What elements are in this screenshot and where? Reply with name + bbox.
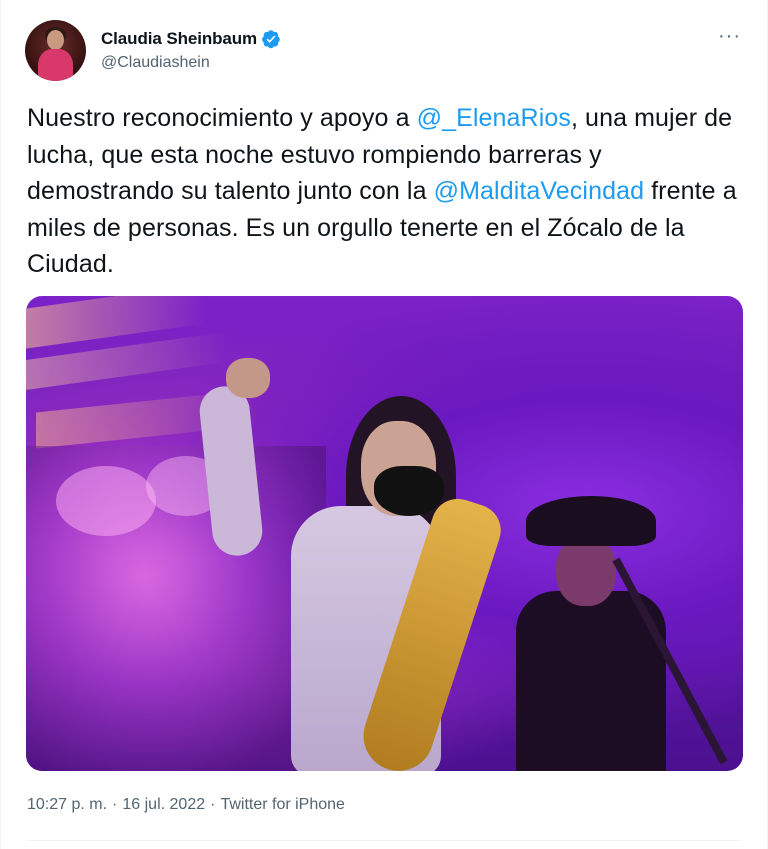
tweet-photo[interactable] <box>26 296 743 771</box>
author-display-name[interactable]: Claudia Sheinbaum <box>101 29 257 49</box>
face-mask <box>374 466 444 516</box>
tweet-header: Claudia Sheinbaum @Claudiashein <box>25 20 281 81</box>
meta-separator: · <box>112 796 118 813</box>
tweet-time[interactable]: 10:27 p. m. <box>27 796 107 814</box>
more-options-button[interactable]: ··· <box>718 26 741 46</box>
musician-hat <box>526 496 656 546</box>
tweet-text: Nuestro reconocimiento y apoyo a @_Elena… <box>27 100 739 283</box>
name-row: Claudia Sheinbaum <box>101 29 281 49</box>
tweet-source[interactable]: Twitter for iPhone <box>220 796 345 814</box>
tweet-date[interactable]: 16 jul. 2022 <box>122 796 205 814</box>
mention-link-malditavecindad[interactable]: @MalditaVecindad <box>434 177 644 205</box>
author-handle[interactable]: @Claudiashein <box>101 54 281 72</box>
avatar-face <box>47 30 64 50</box>
raised-arm <box>197 383 265 559</box>
avatar[interactable] <box>25 20 86 81</box>
tweet-card: Claudia Sheinbaum @Claudiashein ··· Nues… <box>0 0 768 849</box>
tweet-text-segment: Nuestro reconocimiento y apoyo a <box>27 104 417 132</box>
saxophonist <box>196 326 526 771</box>
meta-separator: · <box>210 796 216 813</box>
divider <box>27 840 741 841</box>
musician-face <box>556 536 616 606</box>
avatar-body <box>38 49 73 81</box>
drum <box>56 466 156 536</box>
tweet-meta: 10:27 p. m. · 16 jul. 2022 · Twitter for… <box>27 796 345 814</box>
verified-badge-icon <box>261 29 281 49</box>
author-names: Claudia Sheinbaum @Claudiashein <box>101 29 281 72</box>
mention-link-elenarios[interactable]: @_ElenaRios <box>417 104 571 132</box>
raised-fist <box>226 358 270 398</box>
